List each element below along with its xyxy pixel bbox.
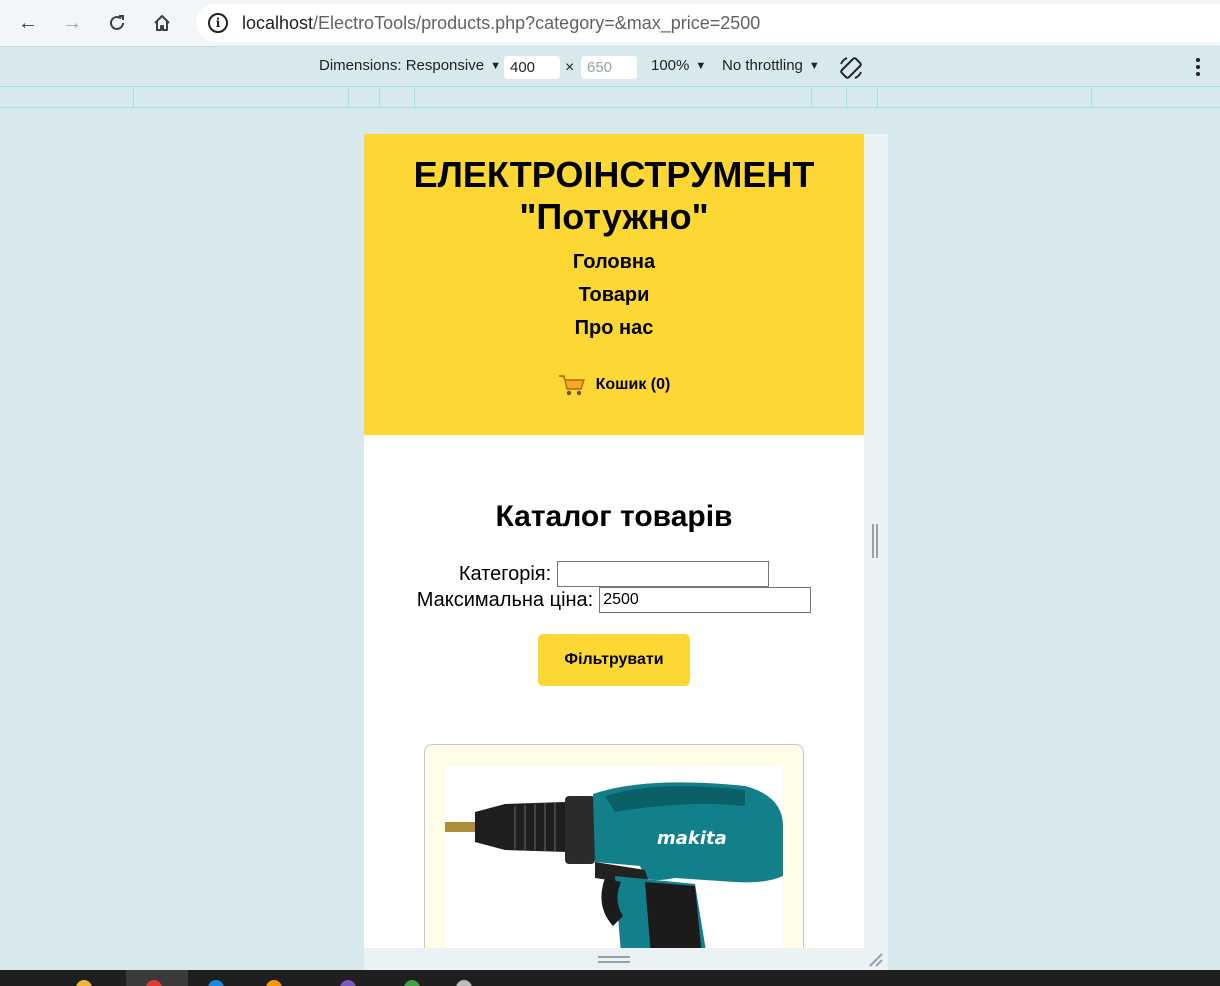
reload-icon[interactable]: [101, 7, 133, 39]
bottom-resize-handle[interactable]: [598, 956, 630, 963]
cart-icon: [558, 375, 585, 396]
filter-form: Категорія: Максимальна ціна: Фільтрувати: [364, 561, 864, 686]
throttling-dropdown[interactable]: No throttling ▼: [722, 57, 820, 74]
height-input[interactable]: 650: [581, 56, 637, 79]
dimensions-label: Dimensions: Responsive: [319, 57, 485, 74]
device-viewport: ЕЛЕКТРОІНСТРУМЕНТ "Потужно" Головна Това…: [364, 134, 864, 948]
menu-item-home[interactable]: Головна: [364, 246, 864, 279]
throttling-label: No throttling: [722, 57, 803, 74]
category-row: Категорія:: [364, 561, 864, 587]
drill-image: makita: [445, 782, 783, 948]
width-input[interactable]: 400: [504, 56, 560, 79]
site-brand[interactable]: ЕЛЕКТРОІНСТРУМЕНТ "Потужно": [364, 154, 864, 238]
dimensions-dropdown[interactable]: Dimensions: Responsive ▼: [319, 57, 501, 74]
url-path: /ElectroTools/products.php?category=&max…: [313, 12, 761, 33]
zoom-label: 100%: [651, 57, 690, 74]
brand-line-1: ЕЛЕКТРОІНСТРУМЕНТ: [413, 154, 815, 195]
browser-toolbar: ← → i localhost/ElectroTools/products.ph…: [0, 0, 1220, 46]
main-menu: Головна Товари Про нас: [364, 246, 864, 345]
site-info-icon[interactable]: i: [208, 13, 228, 33]
caret-down-icon: ▼: [695, 59, 707, 72]
cart-link[interactable]: Кошик (0): [364, 373, 864, 397]
side-resize-handle[interactable]: [872, 524, 878, 558]
max-price-input[interactable]: [599, 587, 812, 613]
device-toolbar: Dimensions: Responsive ▼ 400 × 650 100% …: [0, 46, 1220, 86]
media-query-ruler: [0, 86, 1220, 109]
max-price-row: Максимальна ціна:: [364, 587, 864, 613]
zoom-dropdown[interactable]: 100% ▼: [651, 57, 706, 74]
site-header: ЕЛЕКТРОІНСТРУМЕНТ "Потужно" Головна Това…: [364, 134, 864, 435]
back-icon[interactable]: ←: [12, 7, 44, 39]
more-options-icon[interactable]: [1190, 55, 1206, 79]
menu-item-products[interactable]: Товари: [364, 279, 864, 312]
max-price-label: Максимальна ціна:: [416, 589, 594, 611]
category-input[interactable]: [557, 561, 770, 587]
catalog-section: Каталог товарів Категорія: Максимальна ц…: [364, 435, 864, 686]
url-text[interactable]: localhost/ElectroTools/products.php?cate…: [242, 13, 760, 34]
caret-down-icon: ▼: [808, 59, 820, 72]
brand-line-2: "Потужно": [519, 196, 709, 237]
product-card[interactable]: makita: [424, 744, 804, 948]
category-label: Категорія:: [458, 563, 552, 585]
menu-item-about[interactable]: Про нас: [364, 312, 864, 345]
filter-button[interactable]: Фільтрувати: [538, 634, 690, 686]
url-host: localhost: [242, 12, 314, 33]
caret-down-icon: ▼: [490, 59, 501, 72]
address-bar[interactable]: i localhost/ElectroTools/products.php?ca…: [196, 4, 1220, 42]
forward-icon[interactable]: →: [56, 7, 88, 39]
home-icon[interactable]: [146, 7, 178, 39]
times-sign: ×: [565, 59, 575, 76]
product-image[interactable]: makita: [445, 766, 783, 948]
rotate-icon[interactable]: [838, 55, 864, 81]
corner-resize-icon[interactable]: [866, 950, 884, 968]
drill-brand-text: makita: [657, 828, 727, 849]
cart-label: Кошик (0): [595, 376, 671, 393]
catalog-title: Каталог товарів: [495, 500, 733, 533]
